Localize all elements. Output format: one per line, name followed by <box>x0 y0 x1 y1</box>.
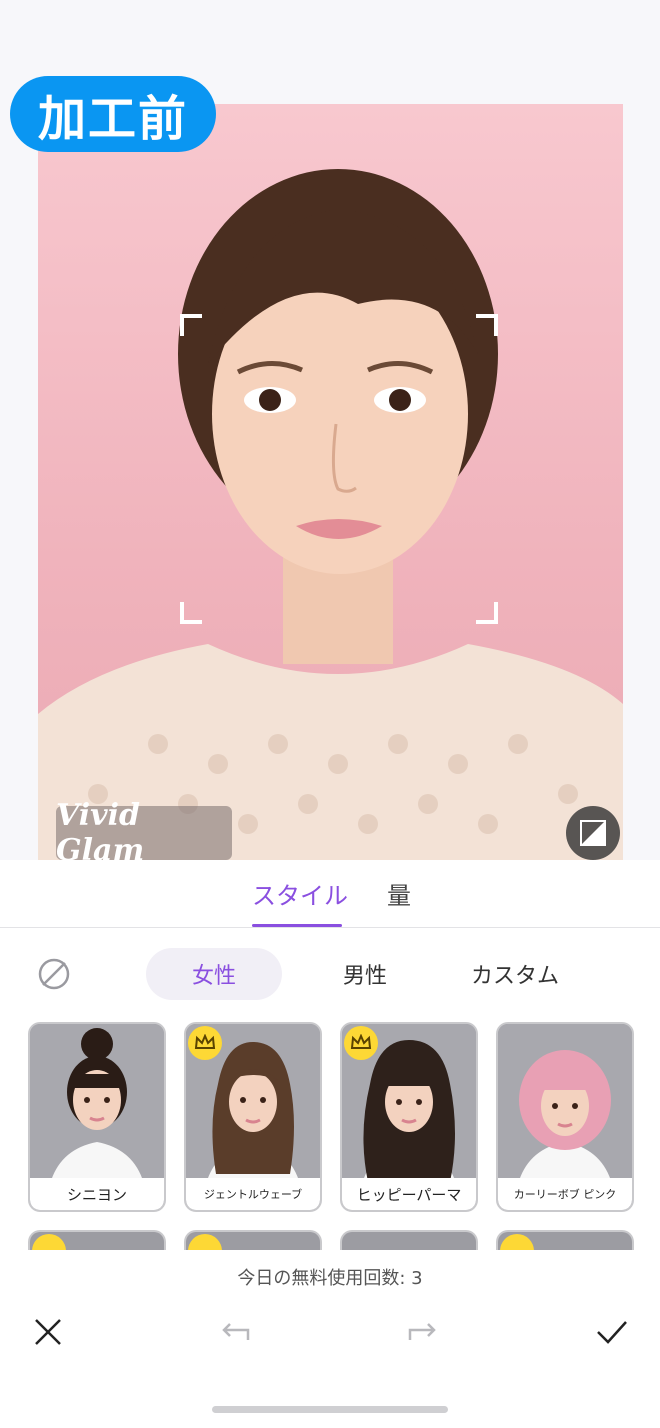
close-icon <box>35 1319 61 1345</box>
style-card-partial[interactable] <box>184 1230 322 1250</box>
segment-custom[interactable]: カスタム <box>456 948 574 1000</box>
undo-icon <box>222 1323 250 1340</box>
style-thumbnail <box>498 1024 632 1184</box>
style-panel: スタイル 量 女性 男性 カスタム シニヨン ジェントルウェーブ ヒッピーパーマ… <box>0 860 660 1428</box>
before-label-badge: 加工前 <box>10 76 216 152</box>
apply-button[interactable] <box>590 1310 634 1354</box>
tab-style[interactable]: スタイル <box>252 876 348 911</box>
redo-button[interactable] <box>400 1310 444 1354</box>
portrait-image <box>38 169 623 860</box>
premium-badge <box>500 1234 534 1250</box>
compare-button[interactable] <box>566 806 620 860</box>
compare-icon <box>580 820 606 846</box>
style-card-partial[interactable] <box>496 1230 634 1250</box>
style-card-partial[interactable] <box>340 1230 478 1250</box>
premium-badge <box>188 1234 222 1250</box>
close-button[interactable] <box>26 1310 70 1354</box>
style-card-label: カーリーボブ ピンク <box>498 1178 632 1210</box>
undo-button[interactable] <box>214 1310 258 1354</box>
style-card-label: ジェントルウェーブ <box>186 1178 320 1210</box>
active-tab-indicator <box>252 924 342 927</box>
crown-icon <box>194 1034 216 1049</box>
redo-icon <box>408 1323 436 1340</box>
no-style-button[interactable] <box>36 956 72 992</box>
premium-badge <box>32 1234 66 1250</box>
premium-badge <box>188 1026 222 1060</box>
segment-female[interactable]: 女性 <box>146 948 282 1000</box>
free-usage-count: 今日の無料使用回数: 3 <box>237 1268 423 1289</box>
checkmark-icon <box>597 1321 627 1344</box>
style-card-chignon[interactable]: シニヨン <box>28 1022 166 1212</box>
tab-amount[interactable]: 量 <box>387 876 411 911</box>
style-card-label: シニヨン <box>30 1178 164 1210</box>
crown-icon <box>350 1034 372 1049</box>
prohibited-icon <box>38 958 70 990</box>
style-thumbnail <box>30 1024 164 1184</box>
style-card-label: ヒッピーパーマ <box>342 1178 476 1210</box>
portrait-photo <box>38 104 623 860</box>
style-card-partial[interactable] <box>28 1230 166 1250</box>
style-card-hippie-perm[interactable]: ヒッピーパーマ <box>340 1022 478 1212</box>
style-card-gentle-wave[interactable]: ジェントルウェーブ <box>184 1022 322 1212</box>
style-grid: シニヨン ジェントルウェーブ ヒッピーパーマ カーリーボブ ピンク <box>28 1022 634 1250</box>
home-indicator <box>212 1406 448 1413</box>
style-card-curly-bob-pink[interactable]: カーリーボブ ピンク <box>496 1022 634 1212</box>
segment-male[interactable]: 男性 <box>320 948 410 1000</box>
premium-badge <box>344 1026 378 1060</box>
tab-bar: スタイル 量 <box>0 860 660 928</box>
watermark-logo: Vivid Glam <box>56 798 232 868</box>
photo-preview-area: 加工前 Vivid Glam <box>0 0 660 868</box>
